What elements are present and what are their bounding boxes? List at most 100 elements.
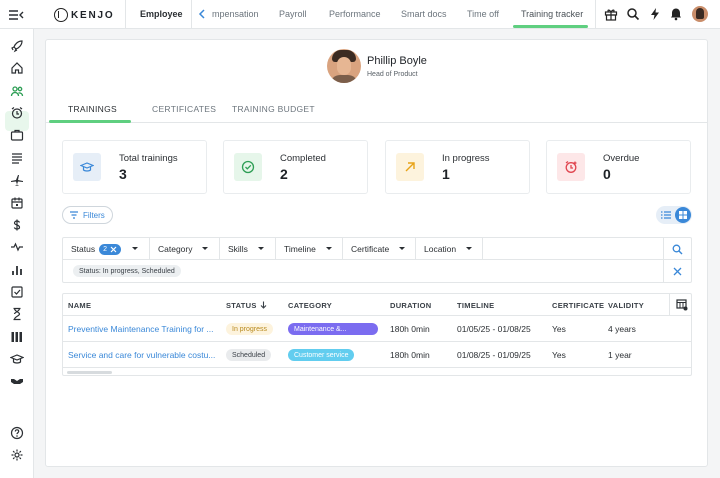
bar-chart-icon[interactable] xyxy=(10,263,24,277)
filter-category[interactable]: Category xyxy=(150,238,220,260)
chevron-down-icon xyxy=(202,247,208,250)
chevron-down-icon xyxy=(399,247,405,250)
table-row[interactable]: Service and care for vulnerable costu...… xyxy=(63,342,691,368)
check-circle-icon xyxy=(234,153,262,181)
alarm-clock-icon[interactable] xyxy=(10,106,24,120)
nav-tab-payroll[interactable]: Payroll xyxy=(279,9,307,19)
graduation-cap-icon xyxy=(73,153,101,181)
user-avatar[interactable] xyxy=(692,6,708,22)
library-icon[interactable] xyxy=(10,330,24,344)
arrow-up-right-icon xyxy=(396,153,424,181)
certificate-cell: Yes xyxy=(552,324,566,334)
logo[interactable]: KENJO xyxy=(54,7,114,23)
column-settings-icon[interactable] xyxy=(676,299,688,311)
bell-icon[interactable] xyxy=(669,7,683,21)
clear-filters-button[interactable] xyxy=(663,260,691,282)
filter-bar: Status 2 Category Skills Timeline Certif… xyxy=(62,237,692,283)
stat-label: In progress xyxy=(442,153,490,164)
rocket-icon[interactable] xyxy=(10,39,24,53)
stat-completed: Completed 2 xyxy=(223,140,368,194)
filter-search-button[interactable] xyxy=(663,238,691,260)
logo-text: KENJO xyxy=(71,9,115,21)
filters-label: Filters xyxy=(83,210,105,220)
nav-tab-smart-docs[interactable]: Smart docs xyxy=(401,9,447,19)
briefcase-icon[interactable] xyxy=(10,128,24,142)
settings-icon[interactable] xyxy=(10,448,24,462)
nav-employee[interactable]: Employee xyxy=(140,9,183,19)
nav-tab-compensation[interactable]: mpensation xyxy=(212,9,259,19)
filter-label: Skills xyxy=(228,244,248,254)
stat-overdue: Overdue 0 xyxy=(546,140,691,194)
horizontal-scrollbar[interactable] xyxy=(67,371,112,374)
certificate-cell: Yes xyxy=(552,350,566,360)
filter-timeline[interactable]: Timeline xyxy=(276,238,343,260)
tab-certificates[interactable]: CERTIFICATES xyxy=(152,104,216,114)
stat-total-trainings: Total trainings 3 xyxy=(62,140,207,194)
plane-icon[interactable] xyxy=(10,173,24,187)
calendar-icon[interactable] xyxy=(10,196,24,210)
close-icon[interactable] xyxy=(110,246,117,253)
section-tabs: TRAININGS CERTIFICATES TRAINING BUDGET xyxy=(46,99,707,123)
duration-cell: 180h 0min xyxy=(390,324,430,334)
nav-tab-performance[interactable]: Performance xyxy=(329,9,381,19)
gift-icon[interactable] xyxy=(604,7,618,21)
stat-value: 3 xyxy=(119,166,127,182)
th-name[interactable]: NAME xyxy=(68,301,91,310)
filter-skills[interactable]: Skills xyxy=(220,238,276,260)
list-icon[interactable] xyxy=(10,151,24,165)
filter-location[interactable]: Location xyxy=(416,238,483,260)
filter-status[interactable]: Status 2 xyxy=(63,238,150,260)
profile-avatar xyxy=(327,49,361,83)
tab-active-indicator xyxy=(49,120,131,123)
nav-tab-training-tracker[interactable]: Training tracker xyxy=(521,9,583,19)
chevron-down-icon xyxy=(132,247,138,250)
filter-label: Certificate xyxy=(351,244,390,254)
collapse-menu-icon[interactable] xyxy=(8,8,24,22)
th-category[interactable]: CATEGORY xyxy=(288,301,332,310)
sort-arrow-down-icon[interactable] xyxy=(260,301,267,309)
active-filter-chip[interactable]: Status: In progress, Scheduled xyxy=(73,265,181,277)
validity-cell: 1 year xyxy=(608,350,632,360)
status-badge: Scheduled xyxy=(226,349,272,361)
dollar-icon[interactable] xyxy=(10,218,24,232)
stat-value: 0 xyxy=(603,166,611,182)
grid-view-icon[interactable] xyxy=(675,207,691,223)
filter-label: Location xyxy=(424,244,457,254)
list-view-icon[interactable] xyxy=(660,209,672,221)
checklist-icon[interactable] xyxy=(10,285,24,299)
filters-button[interactable]: Filters xyxy=(62,206,113,224)
stat-label: Total trainings xyxy=(119,153,178,164)
close-icon xyxy=(673,267,682,275)
status-badge: In progress xyxy=(226,323,274,335)
category-badge: Maintenance &... xyxy=(288,323,378,335)
handshake-icon[interactable] xyxy=(10,374,24,388)
chevron-down-icon xyxy=(326,247,332,250)
tab-trainings[interactable]: TRAININGS xyxy=(68,104,117,114)
search-icon[interactable] xyxy=(626,7,640,21)
people-icon[interactable] xyxy=(10,84,24,98)
home-icon[interactable] xyxy=(10,61,24,75)
table-row[interactable]: Preventive Maintenance Training for ... … xyxy=(63,316,691,342)
status-count-badge[interactable]: 2 xyxy=(99,243,122,255)
filter-certificate[interactable]: Certificate xyxy=(343,238,416,260)
search-icon xyxy=(672,244,683,254)
top-bar: KENJO Employee mpensation Payroll Perfor… xyxy=(0,0,720,29)
th-certificate[interactable]: CERTIFICATE xyxy=(552,301,604,310)
chevron-left-icon[interactable] xyxy=(197,8,207,20)
hourglass-icon[interactable] xyxy=(10,307,24,321)
th-timeline[interactable]: TIMELINE xyxy=(457,301,494,310)
chevron-down-icon xyxy=(466,247,472,250)
pulse-icon[interactable] xyxy=(10,240,24,254)
stat-value: 2 xyxy=(280,166,288,182)
graduation-cap-icon[interactable] xyxy=(10,352,24,366)
training-name-link[interactable]: Preventive Maintenance Training for ... xyxy=(68,324,214,334)
help-icon[interactable] xyxy=(10,426,24,440)
tab-training-budget[interactable]: TRAINING BUDGET xyxy=(232,104,315,114)
th-duration[interactable]: DURATION xyxy=(390,301,431,310)
lightning-icon[interactable] xyxy=(648,7,662,21)
th-validity[interactable]: VALIDITY xyxy=(608,301,644,310)
th-status[interactable]: STATUS xyxy=(226,301,257,310)
training-name-link[interactable]: Service and care for vulnerable costu... xyxy=(68,350,215,360)
filter-icon xyxy=(70,211,78,219)
nav-tab-time-off[interactable]: Time off xyxy=(467,9,499,19)
